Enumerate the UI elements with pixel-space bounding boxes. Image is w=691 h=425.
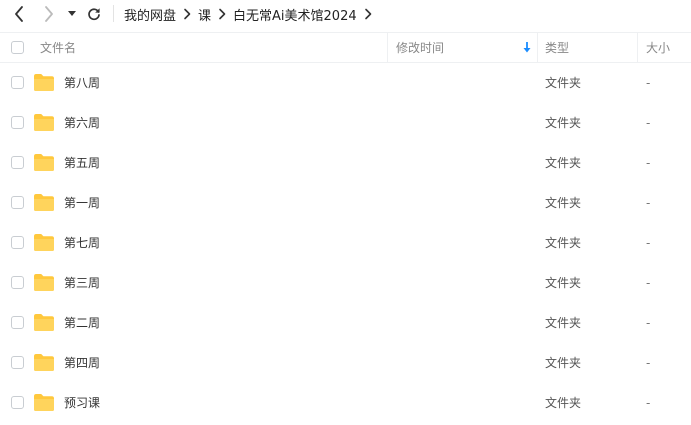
file-type: 文件夹 — [545, 196, 582, 210]
history-dropdown[interactable] — [64, 3, 80, 25]
folder-icon-front — [34, 159, 54, 171]
file-type: 文件夹 — [545, 76, 582, 90]
back-button[interactable] — [8, 3, 30, 25]
file-size: - — [646, 316, 651, 330]
folder-icon-front — [34, 359, 54, 371]
file-name[interactable]: 第六周 — [64, 103, 100, 143]
column-header-size-label: 大小 — [646, 41, 671, 55]
column-header-type[interactable]: 类型 — [545, 33, 635, 62]
row-checkbox[interactable] — [11, 236, 24, 249]
folder-icon — [34, 354, 54, 371]
file-type: 文件夹 — [545, 396, 582, 410]
row-checkbox[interactable] — [11, 276, 24, 289]
column-header-size[interactable]: 大小 — [646, 33, 690, 62]
folder-icon-front — [34, 399, 54, 411]
toolbar-divider — [113, 5, 114, 22]
caret-down-icon — [68, 11, 76, 16]
file-size: - — [646, 116, 651, 130]
chevron-right-icon — [45, 6, 53, 22]
row-checkbox[interactable] — [11, 116, 24, 129]
chevron-right-icon — [357, 6, 379, 22]
column-divider[interactable] — [537, 33, 538, 62]
file-size: - — [646, 156, 651, 170]
file-row[interactable]: 第七周 文件夹 - — [0, 223, 691, 263]
folder-icon-front — [34, 279, 54, 291]
folder-icon — [34, 274, 54, 291]
file-name[interactable]: 第八周 — [64, 63, 100, 103]
row-checkbox[interactable] — [11, 76, 24, 89]
folder-icon — [34, 154, 54, 171]
file-type: 文件夹 — [545, 156, 582, 170]
file-name[interactable]: 第一周 — [64, 183, 100, 223]
select-all-checkbox[interactable] — [11, 41, 24, 54]
file-name[interactable]: 第七周 — [64, 223, 100, 263]
file-size: - — [646, 76, 651, 90]
file-row[interactable]: 预习课 文件夹 - — [0, 383, 691, 423]
folder-icon — [34, 114, 54, 131]
forward-button[interactable] — [38, 3, 60, 25]
file-size: - — [646, 356, 651, 370]
chevron-right-icon — [211, 6, 233, 22]
chevron-right-icon — [176, 6, 198, 22]
column-divider[interactable] — [387, 33, 388, 62]
file-size: - — [646, 396, 651, 410]
refresh-button[interactable] — [84, 3, 104, 25]
file-row[interactable]: 第八周 文件夹 - — [0, 63, 691, 103]
column-header-name[interactable]: 文件名 — [40, 33, 385, 62]
column-header-name-label: 文件名 — [40, 41, 77, 55]
file-list: 第八周 文件夹 - 第六周 文件夹 - 第五周 文件夹 - 第一周 文件夹 - 第七周 文件夹 - 第三周 文件… — [0, 63, 691, 423]
file-size: - — [646, 196, 651, 210]
file-type: 文件夹 — [545, 356, 582, 370]
toolbar: 我的网盘 课 白无常Ai美术馆2024 — [0, 0, 691, 28]
file-list-header: 文件名 修改时间 类型 大小 — [0, 32, 691, 63]
row-checkbox[interactable] — [11, 156, 24, 169]
file-type: 文件夹 — [545, 236, 582, 250]
row-checkbox[interactable] — [11, 356, 24, 369]
column-header-modified[interactable]: 修改时间 — [396, 33, 536, 62]
row-checkbox[interactable] — [11, 196, 24, 209]
refresh-icon — [88, 8, 100, 21]
breadcrumb: 我的网盘 课 白无常Ai美术馆2024 — [124, 0, 379, 28]
folder-icon-front — [34, 119, 54, 131]
file-type: 文件夹 — [545, 316, 582, 330]
folder-icon — [34, 314, 54, 331]
breadcrumb-item-current-folder[interactable]: 白无常Ai美术馆2024 — [233, 5, 357, 24]
file-name[interactable]: 第五周 — [64, 143, 100, 183]
file-type: 文件夹 — [545, 116, 582, 130]
folder-icon-front — [34, 79, 54, 91]
file-row[interactable]: 第六周 文件夹 - — [0, 103, 691, 143]
file-name[interactable]: 第三周 — [64, 263, 100, 303]
folder-icon-front — [34, 239, 54, 251]
arrow-down-icon — [523, 42, 531, 53]
folder-icon — [34, 394, 54, 411]
column-divider[interactable] — [637, 33, 638, 62]
folder-icon — [34, 74, 54, 91]
file-name[interactable]: 第二周 — [64, 303, 100, 343]
file-row[interactable]: 第五周 文件夹 - — [0, 143, 691, 183]
file-size: - — [646, 236, 651, 250]
folder-icon-front — [34, 199, 54, 211]
file-name[interactable]: 预习课 — [64, 383, 100, 423]
row-checkbox[interactable] — [11, 316, 24, 329]
breadcrumb-item-course[interactable]: 课 — [198, 5, 211, 24]
folder-icon-front — [34, 319, 54, 331]
column-header-type-label: 类型 — [545, 41, 570, 55]
file-row[interactable]: 第二周 文件夹 - — [0, 303, 691, 343]
file-name[interactable]: 第四周 — [64, 343, 100, 383]
file-row[interactable]: 第三周 文件夹 - — [0, 263, 691, 303]
breadcrumb-item-my-drive[interactable]: 我的网盘 — [124, 5, 176, 24]
column-header-modified-label: 修改时间 — [396, 41, 445, 55]
file-size: - — [646, 276, 651, 290]
folder-icon — [34, 194, 54, 211]
folder-icon — [34, 234, 54, 251]
row-checkbox[interactable] — [11, 396, 24, 409]
file-row[interactable]: 第四周 文件夹 - — [0, 343, 691, 383]
file-type: 文件夹 — [545, 276, 582, 290]
file-row[interactable]: 第一周 文件夹 - — [0, 183, 691, 223]
chevron-left-icon — [15, 6, 23, 22]
